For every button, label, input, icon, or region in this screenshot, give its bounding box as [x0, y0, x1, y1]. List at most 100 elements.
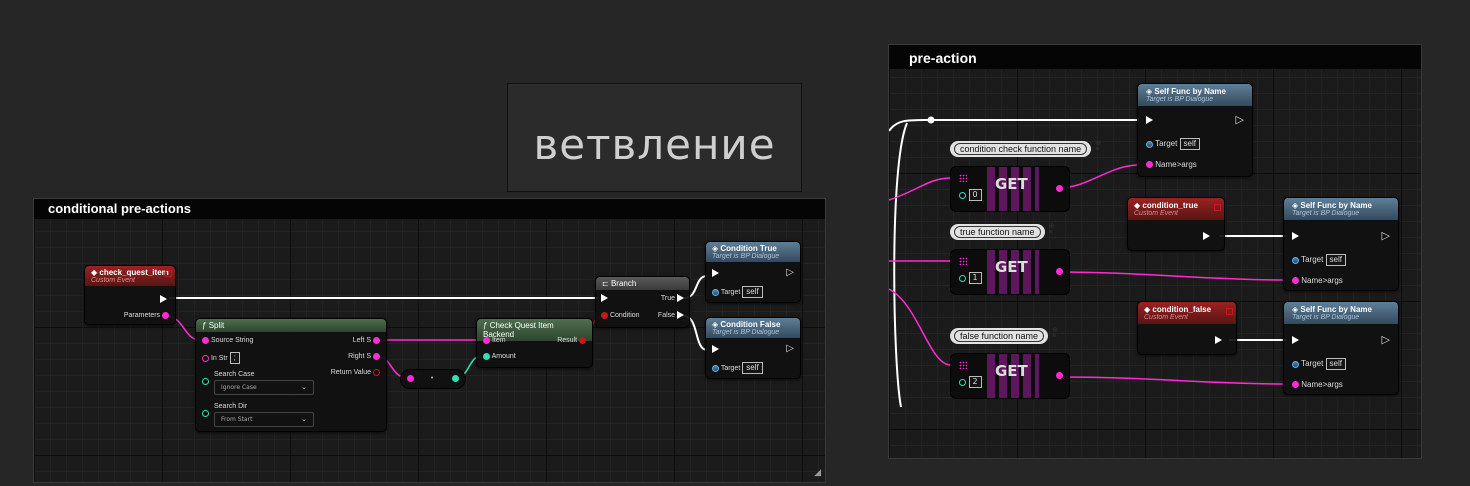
function-icon: ◈ — [1292, 305, 1299, 314]
condition-false-node[interactable]: ◈ Condition False Target is BP Dialogue … — [705, 317, 801, 379]
target-pin[interactable]: Target self — [712, 286, 763, 298]
comment-bubble-2[interactable]: true function name ⊕ ≡ — [950, 223, 1055, 240]
source-string-pin[interactable]: Source String — [202, 336, 253, 346]
target-self-input[interactable]: self — [1325, 254, 1346, 266]
name-args-pin[interactable]: Name>args — [1292, 380, 1343, 390]
branch-node[interactable]: ⊏ Branch Condition True False — [595, 276, 690, 328]
condition-true-event-node[interactable]: ◆ condition_true Custom Event — [1127, 197, 1225, 251]
exec-in-pin[interactable] — [1292, 232, 1299, 242]
string-pin-icon[interactable] — [1056, 185, 1063, 192]
name-args-pin[interactable]: Name>args — [1146, 160, 1197, 170]
search-dir-pin[interactable] — [202, 409, 209, 419]
exec-in-pin[interactable] — [1292, 336, 1299, 346]
return-value-pin[interactable]: Return Value — [331, 368, 380, 378]
search-dir-dropdown[interactable]: From Start ⌄ — [214, 412, 314, 427]
target-pin[interactable]: Target self — [712, 362, 763, 374]
item-pin[interactable]: Item — [483, 336, 506, 346]
index-input[interactable]: 2 — [968, 376, 982, 388]
search-dir-label: Search Dir — [214, 403, 248, 410]
target-self-input[interactable]: self — [1179, 138, 1200, 150]
branch-condition-pin[interactable]: Condition — [601, 311, 640, 321]
delegate-pin-icon[interactable] — [165, 270, 172, 277]
search-case-value: Ignore Case — [221, 384, 257, 391]
condition-label: Condition — [609, 312, 640, 319]
get-node-2[interactable]: GET 1 — [950, 249, 1070, 295]
condition-false-event-node[interactable]: ◆ condition_false Custom Event — [1137, 301, 1237, 355]
exec-out-outline-icon: ▷ — [1235, 114, 1244, 126]
comment-bubble-1[interactable]: condition check function name ⊕ ≡ — [950, 140, 1101, 157]
target-self-input[interactable]: self — [742, 362, 763, 374]
name-args-label: Name>args — [1301, 380, 1343, 389]
string-pin-icon — [483, 336, 490, 344]
search-case-dropdown[interactable]: Ignore Case ⌄ — [214, 380, 314, 395]
exec-out-pin[interactable]: ▷ — [786, 344, 794, 354]
exec-out-pin[interactable]: ▷ — [786, 268, 794, 278]
target-self-input[interactable]: self — [742, 286, 763, 298]
branch-exec-in-pin[interactable] — [601, 294, 608, 304]
condition-true-node[interactable]: ◈ Condition True Target is BP Dialogue ▷… — [705, 241, 801, 303]
split-title: Split — [208, 321, 225, 330]
result-pin[interactable]: Result — [557, 336, 586, 346]
in-str-pin[interactable]: In Str ; — [202, 352, 240, 364]
condition-true-event-header: ◆ condition_true Custom Event — [1128, 198, 1224, 220]
split-node[interactable]: ƒ Split Source String In Str ; Search Ca… — [195, 318, 387, 432]
exec-in-pin[interactable] — [712, 345, 719, 355]
exec-out-pin[interactable]: ▷ — [1382, 231, 1390, 242]
branch-true-pin[interactable]: True — [661, 294, 684, 304]
array-pin-icon[interactable] — [959, 361, 967, 369]
self-func-node-1[interactable]: ◈ Self Func by Name Target is BP Dialogu… — [1137, 83, 1253, 177]
target-pin[interactable]: Target self — [1146, 138, 1200, 150]
conversion-node[interactable]: • — [400, 369, 466, 389]
index-input[interactable]: 0 — [968, 189, 982, 201]
self-func-3-subtitle: Target is BP Dialogue — [1292, 314, 1360, 321]
comment-bubble-3[interactable]: false function name ⊕ ≡ — [950, 327, 1058, 344]
string-pin-icon[interactable] — [1056, 372, 1063, 379]
right-graph-panel[interactable]: pre-action ◈ Self Func by Name Target is… — [888, 44, 1422, 459]
target-pin[interactable]: Target self — [1292, 254, 1346, 266]
get-node-3[interactable]: GET 2 — [950, 353, 1070, 399]
in-str-input[interactable]: ; — [229, 352, 240, 364]
search-dir-value: From Start — [221, 416, 253, 423]
name-args-pin[interactable]: Name>args — [1292, 276, 1343, 286]
branch-false-pin[interactable]: False — [658, 311, 684, 321]
exec-out-pin[interactable] — [1215, 336, 1222, 346]
wire-reroute-knot-icon — [927, 116, 935, 124]
self-func-node-2[interactable]: ◈ Self Func by Name Target is BP Dialogu… — [1283, 197, 1399, 291]
amount-pin[interactable]: Amount — [483, 352, 516, 362]
exec-out-pin[interactable]: ▷ — [1382, 335, 1390, 346]
get-node-1[interactable]: GET 0 — [950, 166, 1070, 212]
string-pin-icon — [1292, 277, 1299, 285]
target-label: Target — [720, 364, 741, 372]
left-s-pin[interactable]: Left S — [353, 336, 380, 346]
array-pin-icon[interactable] — [959, 174, 967, 182]
event-exec-out-pin[interactable] — [160, 295, 167, 305]
branch-icon: ⊏ — [602, 279, 609, 288]
result-label: Result — [557, 337, 578, 344]
index-input[interactable]: 1 — [968, 272, 982, 284]
resize-handle-icon[interactable]: ◢ — [814, 468, 821, 478]
check-quest-item-event-node[interactable]: ◆ check_quest_item Custom Event Paramete… — [84, 265, 176, 325]
index-pin[interactable]: 1 — [959, 272, 982, 284]
exec-in-pin[interactable] — [1146, 116, 1153, 126]
check-quest-backend-node[interactable]: ƒ Check Quest Item Backend Item Amount R… — [476, 318, 593, 368]
search-case-pin[interactable] — [202, 377, 209, 387]
array-pin-icon[interactable] — [959, 257, 967, 265]
delegate-pin-icon[interactable] — [1226, 308, 1233, 315]
exec-out-icon — [1203, 232, 1210, 241]
exec-out-pin[interactable] — [1203, 232, 1210, 242]
index-pin[interactable]: 0 — [959, 189, 982, 201]
exec-in-pin[interactable] — [712, 269, 719, 279]
self-func-node-3[interactable]: ◈ Self Func by Name Target is BP Dialogu… — [1283, 301, 1399, 395]
delegate-pin-icon[interactable] — [1214, 204, 1221, 211]
right-s-pin[interactable]: Right S — [348, 352, 380, 362]
index-pin[interactable]: 2 — [959, 376, 982, 388]
exec-out-pin[interactable]: ▷ — [1235, 114, 1244, 126]
string-pin-icon[interactable] — [1056, 268, 1063, 275]
condition-false-header: ◈ Condition False Target is BP Dialogue — [706, 318, 800, 338]
target-pin[interactable]: Target self — [1292, 358, 1346, 370]
parameters-pin[interactable]: Parameters — [124, 311, 169, 321]
chevron-down-icon: ⌄ — [301, 415, 307, 423]
target-self-input[interactable]: self — [1325, 358, 1346, 370]
check-quest-item-header: ◆ check_quest_item Custom Event — [85, 266, 175, 286]
left-graph-panel[interactable]: conditional pre-actions ◆ check_quest_it… — [33, 198, 826, 483]
